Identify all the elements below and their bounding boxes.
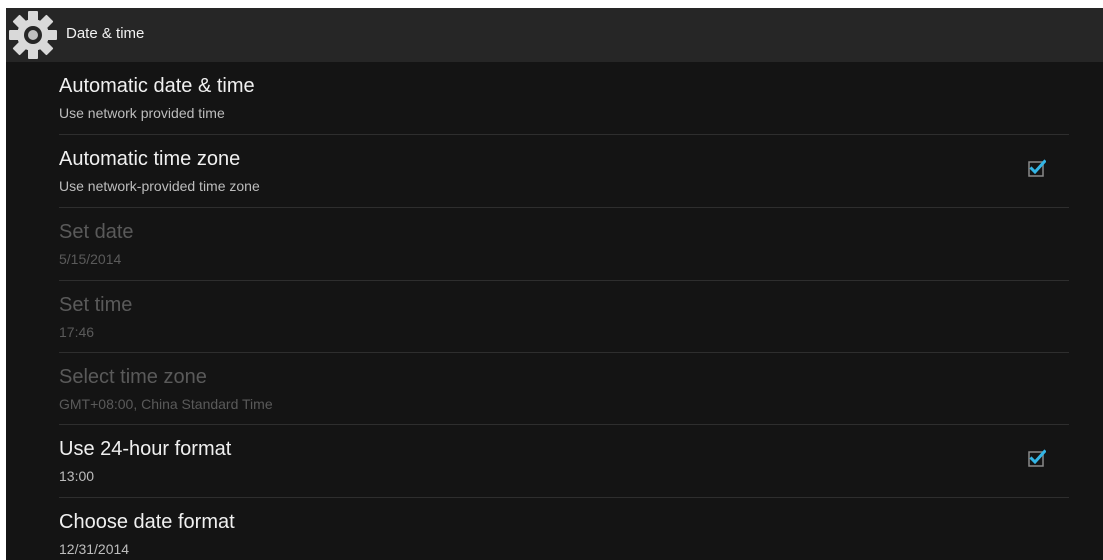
setting-title: Use 24-hour format <box>59 438 232 460</box>
setting-summary: 12/31/2014 <box>59 541 130 557</box>
setting-choose-date-format[interactable]: Choose date format 12/31/2014 <box>6 498 1103 560</box>
settings-screen: Date & time Automatic date & time Use ne… <box>6 8 1103 560</box>
setting-automatic-time-zone[interactable]: Automatic time zone Use network-provided… <box>6 135 1103 207</box>
setting-summary: Use network provided time <box>59 105 225 121</box>
settings-gear-icon[interactable] <box>8 10 58 60</box>
setting-use-24-hour-format[interactable]: Use 24-hour format 13:00 <box>6 425 1103 497</box>
setting-automatic-date-time[interactable]: Automatic date & time Use network provid… <box>6 62 1103 134</box>
setting-title: Set time <box>59 294 133 316</box>
setting-title: Set date <box>59 221 134 243</box>
checkbox-checked-icon[interactable] <box>1028 449 1046 467</box>
setting-select-time-zone: Select time zone GMT+08:00, China Standa… <box>6 353 1103 425</box>
page-title: Date & time <box>66 25 145 42</box>
setting-title: Automatic time zone <box>59 148 241 170</box>
setting-set-time: Set time 17:46 <box>6 281 1103 353</box>
setting-set-date: Set date 5/15/2014 <box>6 208 1103 280</box>
setting-summary: 13:00 <box>59 468 95 484</box>
setting-summary: Use network-provided time zone <box>59 178 260 194</box>
setting-summary: GMT+08:00, China Standard Time <box>59 396 273 412</box>
setting-title: Choose date format <box>59 511 235 533</box>
setting-summary: 17:46 <box>59 324 95 340</box>
checkbox-checked-icon[interactable] <box>1028 159 1046 177</box>
setting-title: Select time zone <box>59 366 207 388</box>
action-bar: Date & time <box>6 8 1103 62</box>
setting-summary: 5/15/2014 <box>59 251 122 267</box>
setting-title: Automatic date & time <box>59 75 255 97</box>
